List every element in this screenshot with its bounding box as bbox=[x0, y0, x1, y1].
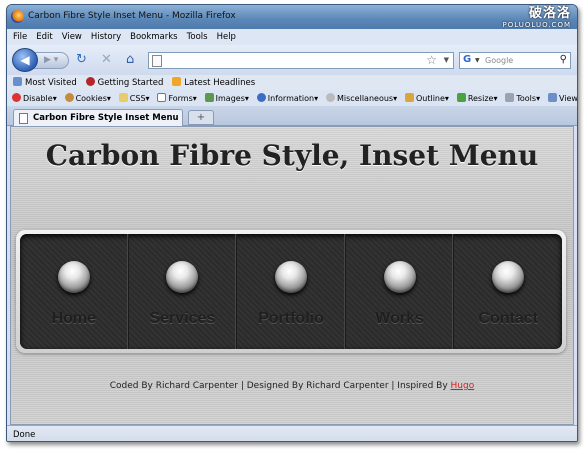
watermark-line2: POLUOLUO.COM bbox=[502, 21, 571, 29]
dev-images[interactable]: Images▾ bbox=[204, 93, 249, 103]
dev-cookies[interactable]: Cookies▾ bbox=[64, 93, 111, 103]
search-box[interactable]: G ▼ Google ⚲ bbox=[459, 52, 571, 69]
url-dropdown-icon[interactable]: ▼ bbox=[444, 56, 449, 64]
browser-window: Carbon Fibre Style Inset Menu - Mozilla … bbox=[6, 4, 578, 442]
menu-item-label: Portfolio bbox=[258, 310, 324, 327]
dev-css[interactable]: CSS▾ bbox=[118, 93, 150, 103]
footer-link-hugo[interactable]: Hugo bbox=[451, 381, 475, 391]
bookmarks-toolbar: Most Visited Getting Started Latest Head… bbox=[7, 75, 577, 90]
firefox-logo-icon bbox=[11, 10, 24, 23]
tab-page-icon bbox=[19, 113, 28, 124]
orb-icon bbox=[274, 261, 307, 293]
menu-item-home[interactable]: Home bbox=[20, 234, 129, 349]
menu-item-portfolio[interactable]: Portfolio bbox=[237, 234, 346, 349]
menu-item-services[interactable]: Services bbox=[129, 234, 238, 349]
resize-icon bbox=[456, 93, 466, 102]
tools-icon bbox=[505, 93, 515, 102]
web-developer-toolbar: Disable▾ Cookies▾ CSS▾ Forms▾ Images▾ In… bbox=[7, 90, 577, 106]
dev-resize[interactable]: Resize▾ bbox=[456, 93, 497, 103]
orb-icon bbox=[492, 261, 525, 293]
carbon-menu-bar: Home Services Portfolio Works Contact bbox=[20, 234, 562, 349]
inset-menu: Home Services Portfolio Works Contact bbox=[16, 230, 566, 353]
search-engine-dropdown-icon[interactable]: ▼ bbox=[475, 57, 480, 64]
images-icon bbox=[204, 93, 214, 102]
stop-icon[interactable]: ✕ bbox=[101, 53, 112, 67]
status-bar: Done bbox=[7, 425, 577, 441]
most-visited-icon bbox=[13, 77, 22, 86]
back-button[interactable]: ◀ bbox=[12, 48, 38, 72]
navigation-toolbar: ▶ ▾ ◀ ↻ ✕ ⌂ ☆ ▼ G ▼ Google ⚲ bbox=[7, 45, 577, 75]
menu-item-label: Works bbox=[375, 310, 424, 327]
orb-icon bbox=[166, 261, 199, 293]
view-source-icon bbox=[547, 93, 557, 102]
dev-view-source[interactable]: View Source bbox=[547, 93, 577, 103]
menu-item-label: Contact bbox=[478, 310, 538, 327]
bookmark-getting-started[interactable]: Getting Started bbox=[85, 77, 163, 88]
menu-tools[interactable]: Tools bbox=[181, 29, 211, 42]
menu-bar: File Edit View History Bookmarks Tools Help bbox=[7, 29, 577, 45]
page-icon bbox=[152, 55, 162, 67]
forms-icon bbox=[157, 93, 167, 102]
menu-item-works[interactable]: Works bbox=[346, 234, 455, 349]
menu-view[interactable]: View bbox=[56, 29, 85, 42]
new-tab-button[interactable]: + bbox=[188, 110, 214, 125]
page-heading: Carbon Fibre Style, Inset Menu bbox=[45, 139, 539, 172]
status-text: Done bbox=[13, 430, 36, 440]
tab-carbon-fibre[interactable]: Carbon Fibre Style Inset Menu bbox=[13, 109, 183, 126]
bookmark-most-visited[interactable]: Most Visited bbox=[13, 77, 77, 88]
menu-edit[interactable]: Edit bbox=[30, 29, 55, 42]
search-placeholder: Google bbox=[485, 56, 514, 65]
dev-disable[interactable]: Disable▾ bbox=[12, 93, 57, 103]
dev-forms[interactable]: Forms▾ bbox=[157, 93, 197, 103]
getting-started-icon bbox=[85, 77, 95, 86]
menu-item-label: Services bbox=[149, 310, 216, 327]
tab-label: Carbon Fibre Style Inset Menu bbox=[33, 113, 179, 123]
footer: Coded By Richard Carpenter | Designed By… bbox=[11, 381, 573, 391]
dev-miscellaneous[interactable]: Miscellaneous▾ bbox=[325, 93, 397, 103]
title-bar: Carbon Fibre Style Inset Menu - Mozilla … bbox=[7, 5, 577, 29]
url-bar[interactable]: ☆ ▼ bbox=[148, 52, 454, 69]
css-icon bbox=[118, 93, 128, 102]
footer-credits: Coded By Richard Carpenter | Designed By… bbox=[109, 381, 451, 391]
menu-history[interactable]: History bbox=[85, 29, 124, 42]
watermark-line1: 破洛洛 bbox=[528, 6, 571, 21]
information-icon bbox=[256, 93, 266, 102]
orb-icon bbox=[383, 261, 416, 293]
window-title: Carbon Fibre Style Inset Menu - Mozilla … bbox=[28, 11, 236, 21]
menu-file[interactable]: File bbox=[7, 29, 30, 42]
outline-icon bbox=[404, 93, 414, 102]
cookies-icon bbox=[64, 93, 74, 102]
bookmark-latest-headlines[interactable]: Latest Headlines bbox=[172, 77, 255, 88]
forward-button[interactable]: ▶ ▾ bbox=[33, 52, 69, 69]
dev-outline[interactable]: Outline▾ bbox=[404, 93, 449, 103]
search-icon[interactable]: ⚲ bbox=[560, 54, 567, 65]
miscellaneous-icon bbox=[325, 93, 335, 102]
bookmark-star-icon[interactable]: ☆ bbox=[426, 53, 437, 67]
rss-icon bbox=[172, 77, 182, 86]
orb-icon bbox=[57, 261, 90, 293]
home-icon[interactable]: ⌂ bbox=[126, 53, 134, 67]
menu-item-label: Home bbox=[51, 310, 97, 327]
dev-information[interactable]: Information▾ bbox=[256, 93, 318, 103]
watermark: 破洛洛 POLUOLUO.COM bbox=[502, 6, 571, 30]
menu-bookmarks[interactable]: Bookmarks bbox=[124, 29, 181, 42]
menu-item-contact[interactable]: Contact bbox=[454, 234, 562, 349]
dev-tools[interactable]: Tools▾ bbox=[505, 93, 540, 103]
google-icon[interactable]: G bbox=[463, 54, 471, 65]
page-content: Carbon Fibre Style, Inset Menu Home Serv… bbox=[10, 126, 574, 425]
disable-icon bbox=[12, 93, 21, 102]
reload-icon[interactable]: ↻ bbox=[76, 53, 87, 67]
tab-bar: Carbon Fibre Style Inset Menu + bbox=[7, 106, 577, 126]
menu-help[interactable]: Help bbox=[211, 29, 239, 42]
